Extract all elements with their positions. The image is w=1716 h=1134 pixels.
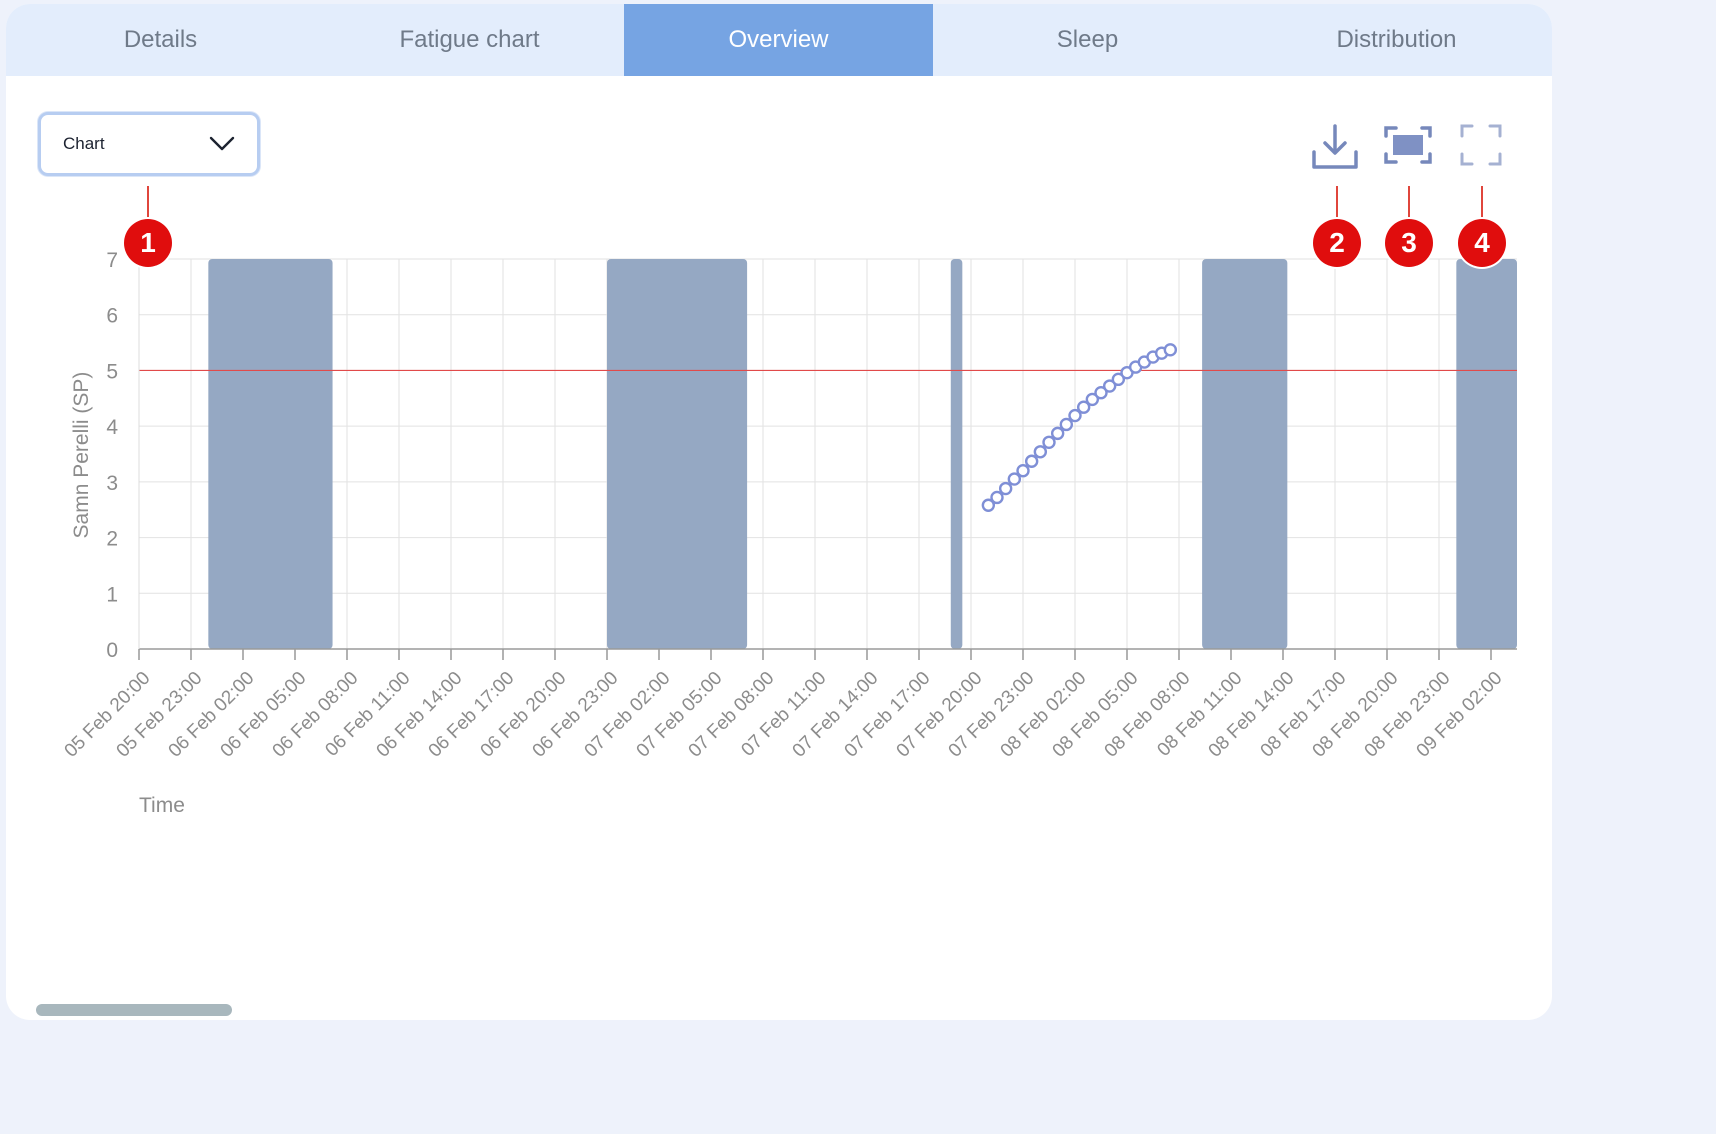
sleep-period-bar [1202,259,1288,649]
sleep-period-bar [208,259,333,649]
series-point [1033,445,1048,459]
fatigue-overview-chart: 0123456705 Feb 20:0005 Feb 23:0006 Feb 0… [61,249,1517,817]
y-axis-label: Samn Perelli (SP) [70,372,93,539]
x-axis-label: Time [139,794,185,817]
series-point [990,490,1004,505]
marker-connector-3 [1408,186,1410,220]
series-point [1016,464,1030,478]
y-tick-label: 1 [106,583,118,606]
y-tick-label: 4 [106,416,118,439]
sleep-periods [208,259,1517,649]
series-point [1024,454,1039,468]
y-tick-label: 0 [106,639,118,662]
series-point [998,481,1013,496]
y-tick-label: 6 [106,305,118,328]
marker-badge-1: 1 [124,219,172,267]
series-point [1050,426,1065,441]
marker-badge-2: 2 [1313,219,1361,267]
y-tick-label: 3 [106,472,118,495]
series-point [1042,435,1056,449]
marker-badge-4: 4 [1458,219,1506,267]
series-points [981,343,1178,512]
series-point [1059,417,1074,432]
y-tick-label: 7 [106,249,118,272]
y-tick-label: 5 [106,360,118,383]
marker-connector-4 [1481,186,1483,220]
sleep-period-bar [950,259,963,649]
chart-grid [139,258,1517,649]
marker-connector-2 [1336,186,1338,220]
sleep-period-bar [1456,259,1517,649]
marker-badge-3: 3 [1385,219,1433,267]
series-point [1163,343,1178,357]
y-tick-label: 2 [106,528,118,551]
horizontal-scrollbar-thumb[interactable] [36,1004,232,1016]
marker-connector-1 [147,186,149,220]
sleep-period-bar [607,259,748,649]
